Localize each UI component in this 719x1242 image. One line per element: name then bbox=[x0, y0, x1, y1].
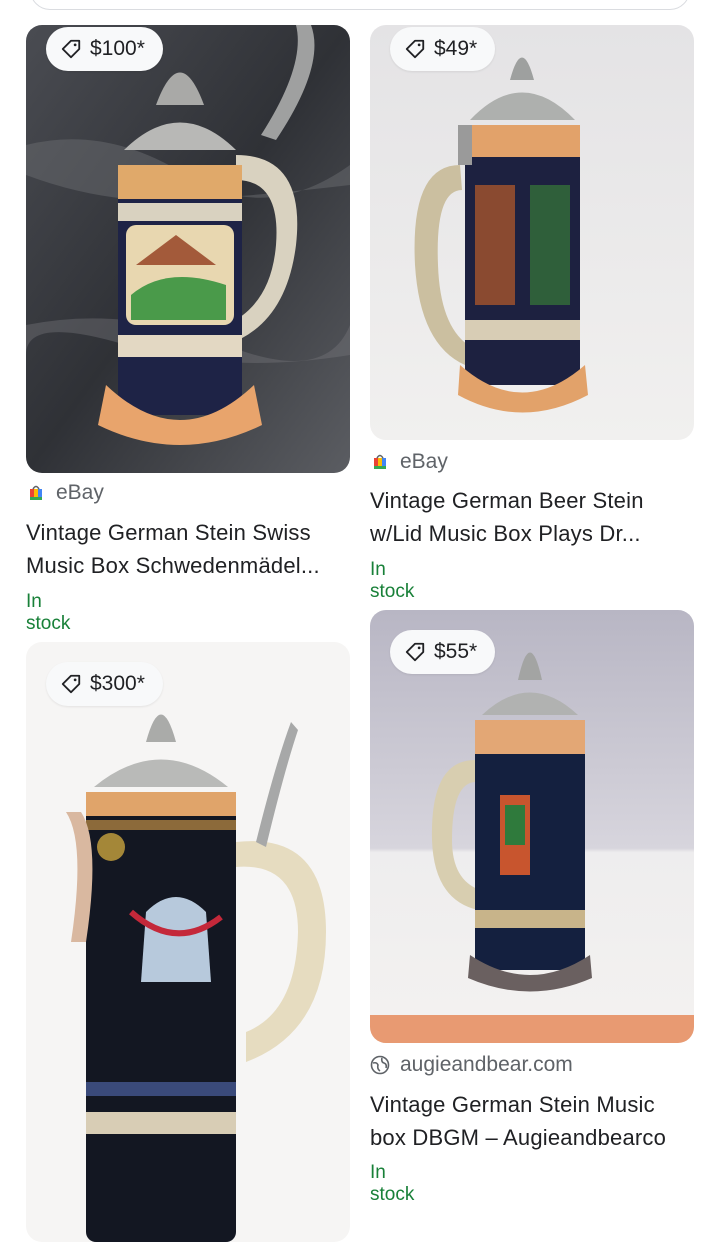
price-badge: $55* bbox=[390, 630, 496, 674]
price-badge: $49* bbox=[390, 27, 496, 71]
product-image[interactable] bbox=[26, 642, 350, 1242]
shopping-bag-icon bbox=[374, 454, 386, 469]
price-label: $300* bbox=[90, 672, 145, 695]
source-row[interactable]: augieandbear.com bbox=[370, 1053, 573, 1077]
globe-icon bbox=[370, 1055, 390, 1075]
product-image[interactable] bbox=[26, 25, 350, 473]
product-title[interactable]: Vintage German Stein Swiss Music Box Sch… bbox=[26, 516, 356, 582]
price-label: $55* bbox=[434, 640, 478, 663]
stock-status: In stock bbox=[370, 1162, 415, 1205]
price-tag-icon bbox=[61, 39, 81, 59]
price-label: $49* bbox=[434, 37, 478, 60]
source-name: eBay bbox=[56, 481, 104, 504]
product-image[interactable] bbox=[370, 25, 694, 440]
price-badge: $100* bbox=[46, 27, 163, 71]
product-image[interactable] bbox=[370, 610, 694, 1043]
source-name: eBay bbox=[400, 450, 448, 473]
source-row[interactable]: eBay bbox=[370, 450, 448, 474]
search-bar[interactable] bbox=[30, 0, 690, 10]
stock-status: In stock bbox=[370, 559, 415, 602]
price-tag-icon bbox=[405, 39, 425, 59]
product-title[interactable]: Vintage German Stein Music box DBGM – Au… bbox=[370, 1088, 700, 1154]
price-tag-icon bbox=[61, 674, 81, 694]
price-tag-icon bbox=[405, 642, 425, 662]
source-name: augieandbear.com bbox=[400, 1053, 573, 1076]
stock-status: In stock bbox=[26, 591, 71, 634]
shopping-bag-icon bbox=[30, 485, 42, 500]
price-label: $100* bbox=[90, 37, 145, 60]
price-badge: $300* bbox=[46, 662, 163, 706]
product-title[interactable]: Vintage German Beer Stein w/Lid Music Bo… bbox=[370, 484, 700, 550]
source-row[interactable]: eBay bbox=[26, 481, 104, 505]
